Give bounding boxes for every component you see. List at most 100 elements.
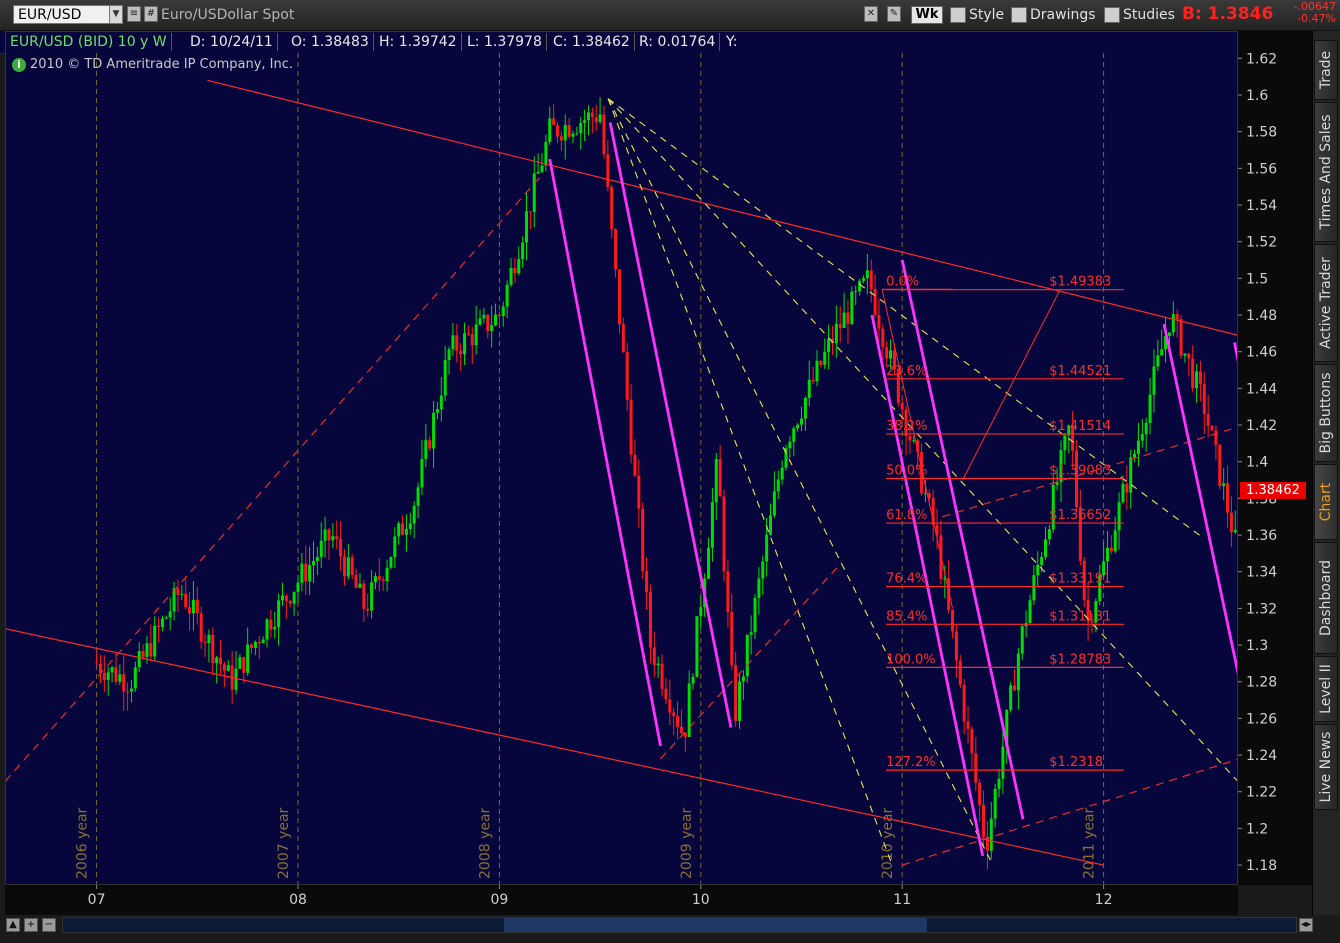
candle-body <box>1047 529 1051 540</box>
candle-body <box>637 475 641 509</box>
candle-body <box>401 523 405 535</box>
candle-body <box>180 593 184 595</box>
fib-ratio-label: 0.0% <box>886 275 919 290</box>
y-tick-label: 1.58 <box>1246 125 1277 141</box>
tab-dashboard[interactable]: Dashboard <box>1314 542 1338 654</box>
zoom-in-icon[interactable]: + <box>24 918 38 932</box>
candle-body <box>648 592 652 648</box>
candle-body <box>141 651 145 657</box>
symbol-input[interactable]: EUR/USD <box>13 5 113 24</box>
year-label: 2011 year <box>1082 807 1098 879</box>
y-tick-label: 1.3 <box>1246 638 1268 654</box>
candle-body <box>579 122 583 134</box>
candle-body <box>982 804 986 837</box>
copyright-text: 2010 © TD Ameritrade IP Company, Inc. <box>30 57 294 72</box>
studies-button[interactable]: Studies <box>1104 5 1175 25</box>
candle-body <box>772 491 776 516</box>
candle-body <box>1202 384 1206 414</box>
candle-body <box>358 583 362 588</box>
candle-body <box>997 778 1001 789</box>
candle-body <box>1187 353 1191 359</box>
candle-body <box>707 547 711 579</box>
candle-body <box>730 612 734 666</box>
candle-body <box>350 557 354 575</box>
candle-body <box>106 672 110 680</box>
tab-trade[interactable]: Trade <box>1314 40 1338 100</box>
magenta-channel-line <box>608 122 733 728</box>
candle-body <box>606 154 610 187</box>
candle-body <box>513 267 517 274</box>
style-button[interactable]: Style <box>950 5 1004 25</box>
price-chart[interactable]: 2006 year 2007 year 2008 year 2009 year 2010… <box>5 53 1238 885</box>
candle-body <box>687 683 691 737</box>
candle-body <box>110 667 114 673</box>
x-tick-label: 07 <box>88 892 106 908</box>
candle-body <box>664 688 668 700</box>
tab-label: Dashboard <box>1318 560 1334 636</box>
candle-body <box>571 133 575 137</box>
candle-body <box>1032 575 1036 601</box>
candle-body <box>536 171 540 174</box>
tab-active-trader[interactable]: Active Trader <box>1314 244 1338 362</box>
tab-label: Level II <box>1318 664 1334 714</box>
candle-body <box>629 399 633 455</box>
drawings-button[interactable]: Drawings <box>1011 5 1096 25</box>
collapse-icon[interactable]: ▲ <box>6 918 20 932</box>
candle-body <box>1129 457 1133 493</box>
candle-body <box>1117 502 1121 531</box>
zoom-out-icon[interactable]: − <box>42 918 56 932</box>
tab-label: Chart <box>1318 482 1334 522</box>
candle-body <box>877 314 881 329</box>
tab-chart[interactable]: Chart <box>1314 464 1338 540</box>
candle-body <box>137 651 141 668</box>
candle-body <box>966 721 970 729</box>
top-toolbar: EUR/USD ▼ ≡ # Euro/USDollar Spot ✕ ✎ Wk … <box>0 0 1340 31</box>
candle-body <box>327 529 331 541</box>
info-icon[interactable]: i <box>12 58 26 72</box>
candle-body <box>1226 483 1230 513</box>
tab-live-news[interactable]: Live News <box>1314 724 1338 810</box>
tab-times-and-sales[interactable]: Times And Sales <box>1314 102 1338 242</box>
flag-icon[interactable]: # <box>144 6 158 22</box>
chart-title: EUR/USD (BID) 10 y W <box>6 33 172 51</box>
symbol-dropdown-icon[interactable]: ▼ <box>109 5 123 24</box>
candle-body <box>474 324 478 346</box>
period-button[interactable]: Wk <box>911 6 943 24</box>
candle-body <box>738 681 742 721</box>
candle-body <box>1140 434 1144 441</box>
candle-body <box>416 487 420 506</box>
fib-price-label: $1.31131 <box>1049 609 1111 624</box>
candle-body <box>211 634 215 664</box>
candle-body <box>954 631 958 661</box>
candle-body <box>1191 358 1195 389</box>
y-tick-label: 1.28 <box>1246 675 1277 691</box>
tab-level-ii[interactable]: Level II <box>1314 656 1338 722</box>
candle-body <box>753 597 757 633</box>
candle-body <box>226 665 230 671</box>
candle-body <box>455 335 459 351</box>
y-axis: 1.62 1.6 1.58 1.56 1.54 1.52 1.5 1.48 1.46 1.44 1.… <box>1238 31 1312 885</box>
crosshair-icon[interactable]: ✕ <box>864 6 878 22</box>
scrollbar-thumb[interactable] <box>504 918 927 932</box>
candle-body <box>761 561 765 579</box>
candle-body <box>1210 425 1214 431</box>
fib-price-label: $1.39083 <box>1049 464 1111 479</box>
link-icon[interactable]: ≡ <box>127 6 141 22</box>
candle-body <box>308 565 312 582</box>
candle-body <box>676 715 680 727</box>
fib-price-label: $1.36652 <box>1049 508 1111 523</box>
plot-area[interactable]: 2006 year 2007 year 2008 year 2009 year 2010… <box>5 53 1238 885</box>
candle-body <box>451 335 455 350</box>
drawing-tool-icon[interactable]: ✎ <box>887 6 901 22</box>
candle-body <box>509 267 513 285</box>
candle-body <box>765 534 769 562</box>
candle-body <box>463 333 467 355</box>
candle-body <box>238 657 242 669</box>
scroll-arrows-icon[interactable]: ◂▸ <box>1299 918 1313 932</box>
tab-big-buttons[interactable]: Big Buttons <box>1314 364 1338 462</box>
candle-body <box>219 657 223 665</box>
y-tick-label: 1.22 <box>1246 785 1277 801</box>
candle-body <box>525 211 529 243</box>
candle-body <box>641 508 645 572</box>
candle-body <box>1113 530 1117 552</box>
